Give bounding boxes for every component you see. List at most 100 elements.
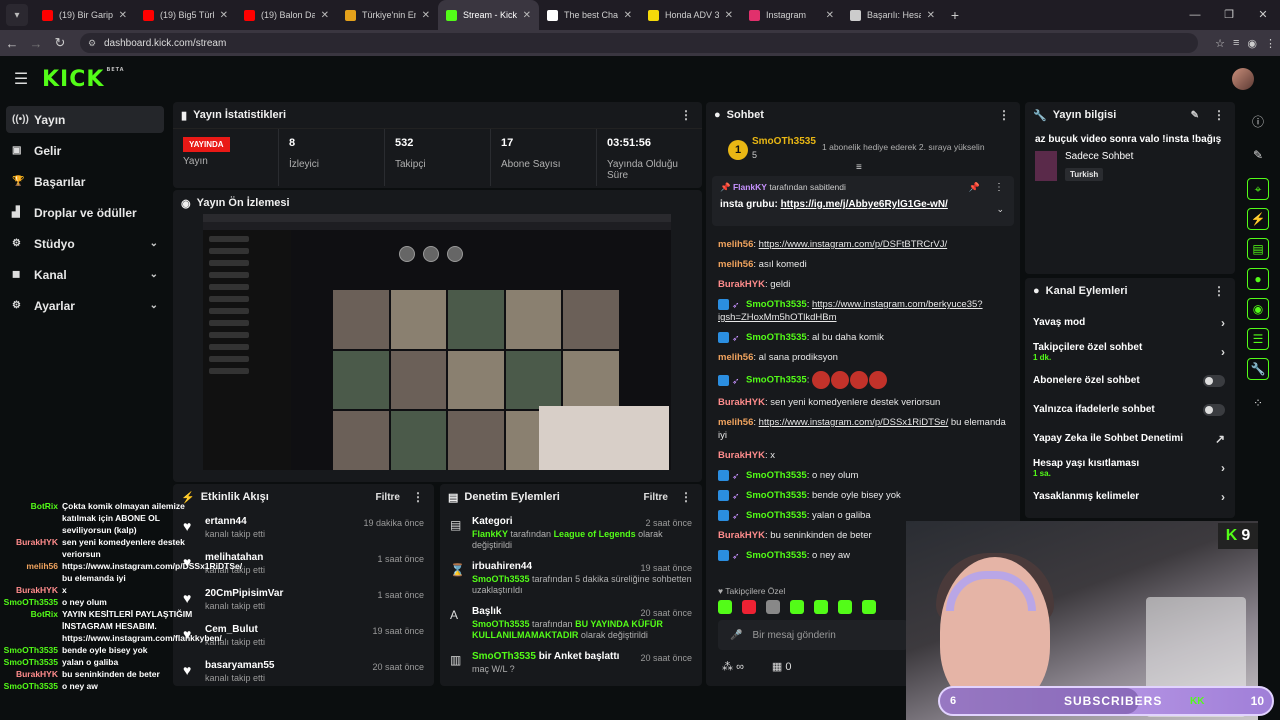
mod-user[interactable]: FlankKY (472, 529, 508, 539)
sidebar-item[interactable]: ▟ Droplar ve ödüller (6, 199, 164, 226)
emote-icon[interactable] (766, 600, 780, 614)
apps-icon[interactable]: ⁘ (1242, 388, 1274, 418)
user-avatar[interactable] (1232, 68, 1254, 90)
chat-username[interactable]: melih56 (718, 352, 753, 363)
tab-close-icon[interactable]: ✕ (725, 10, 733, 21)
browser-tab[interactable]: (19) Balon Data ✕ (236, 0, 337, 30)
channel-action-item[interactable]: Hesap yaşı kısıtlaması 1 sa. › (1025, 453, 1235, 482)
tab-close-icon[interactable]: ✕ (523, 10, 531, 21)
channel-action-item[interactable]: Yasaklanmış kelimeler › (1025, 482, 1235, 511)
chat-link[interactable]: https://www.instagram.com/p/DSFtBTRCrVJ/ (759, 239, 947, 250)
sidebar-item[interactable]: 🏆 Başarılar (6, 168, 164, 195)
unpin-icon[interactable]: 📌 (969, 182, 980, 193)
chat-username[interactable]: SmoOTh3535 (746, 470, 807, 481)
chat-username[interactable]: melih56 (718, 259, 753, 270)
category-name[interactable]: Sadece Sohbet (1065, 151, 1235, 162)
channel-action-item[interactable]: Abonelere özel sohbet (1025, 366, 1235, 395)
pinned-link[interactable]: https://ig.me/j/Abbye6RylG1Ge-wN/ (781, 199, 948, 210)
emote-icon[interactable] (718, 600, 732, 614)
pinned-user[interactable]: FlankKY (733, 182, 767, 192)
browser-tab[interactable]: (19) Bir Garip İ ✕ (34, 0, 135, 30)
chevron-right-icon[interactable]: › (1221, 345, 1225, 359)
chat-username[interactable]: SmoOTh3535 (746, 375, 807, 386)
maximize-icon[interactable]: ❐ (1212, 0, 1246, 30)
browser-tab[interactable]: Honda ADV 350 ✕ (640, 0, 741, 30)
emote-icon[interactable] (742, 600, 756, 614)
stream-preview-video[interactable] (203, 214, 671, 470)
filter-button[interactable]: Filtre (644, 492, 668, 503)
browser-tab[interactable]: The best Chatb ✕ (539, 0, 640, 30)
mod-user[interactable]: SmoOTh3535 (472, 651, 536, 662)
pinned-more-icon[interactable]: ⋮ (994, 182, 1004, 193)
viewer-count-button[interactable]: ▦ 0 (772, 660, 792, 673)
sidebar-item[interactable]: ((•)) Yayın (6, 106, 164, 133)
collapse-icon[interactable]: ≡ (856, 162, 862, 173)
profile-icon[interactable]: ◉ (1247, 37, 1257, 50)
filter-button[interactable]: Filtre (376, 492, 400, 503)
chevron-right-icon[interactable]: › (1221, 490, 1225, 504)
minimize-icon[interactable]: — (1178, 0, 1212, 30)
browser-tab[interactable]: Türkiye'nin En ✕ (337, 0, 438, 30)
emote-icon[interactable] (790, 600, 804, 614)
chat-username[interactable]: melih56 (718, 417, 753, 428)
chat-username[interactable]: BurakHYK (718, 450, 765, 461)
emote-icon[interactable] (838, 600, 852, 614)
back-icon[interactable]: ← (0, 36, 24, 51)
browser-menu-icon[interactable]: ⋮ (1265, 37, 1276, 50)
info-icon[interactable]: ⓘ (1242, 106, 1274, 136)
list-icon[interactable]: ☰ (1247, 328, 1269, 350)
tab-close-icon[interactable]: ✕ (826, 10, 834, 21)
mod-user[interactable]: SmoOTh3535 (472, 619, 530, 629)
gifter-name[interactable]: SmoOTh3535 (752, 136, 816, 147)
bookmark-star-icon[interactable]: ☆ (1215, 37, 1225, 50)
reload-icon[interactable]: ↻ (48, 35, 72, 51)
activity-user[interactable]: 20CmPipisimVar (205, 588, 283, 599)
tab-close-icon[interactable]: ✕ (927, 10, 935, 21)
tab-close-icon[interactable]: ✕ (119, 10, 127, 21)
chat-username[interactable]: SmoOTh3535 (746, 490, 807, 501)
chat-link[interactable]: https://www.instagram.com/p/DSSx1RiDTSe/ (759, 417, 949, 428)
sidebar-item[interactable]: ◼ Kanal ⌄ (6, 261, 164, 288)
site-info-icon[interactable]: ⚙ (88, 38, 96, 49)
more-icon[interactable]: ⋮ (1213, 108, 1225, 122)
chat-username[interactable]: BurakHYK (718, 397, 765, 408)
close-icon[interactable]: ✕ (1246, 0, 1280, 30)
activity-user[interactable]: ertann44 (205, 516, 265, 527)
browser-tab[interactable]: Instagram ✕ (741, 0, 842, 30)
document-icon[interactable]: ▤ (1247, 238, 1269, 260)
tab-close-icon[interactable]: ✕ (624, 10, 632, 21)
tab-close-icon[interactable]: ✕ (321, 10, 329, 21)
mic-icon[interactable]: 🎤 (730, 630, 742, 641)
wrench-icon[interactable]: 🔧 (1247, 358, 1269, 380)
chat-username[interactable]: SmoOTh3535 (746, 550, 807, 561)
menu-icon[interactable]: ☰ (0, 69, 42, 89)
toggle-switch[interactable] (1203, 403, 1225, 416)
chat-username[interactable]: melih56 (718, 239, 753, 250)
mod-user[interactable]: SmoOTh3535 (472, 574, 530, 584)
activity-user[interactable]: basaryaman55 (205, 660, 275, 671)
tab-close-icon[interactable]: ✕ (422, 10, 430, 21)
scan-icon[interactable]: ⌖ (1247, 178, 1269, 200)
chevron-right-icon[interactable]: › (1221, 461, 1225, 475)
sidebar-item[interactable]: ▣ Gelir (6, 137, 164, 164)
kick-logo[interactable]: KICK BETA (42, 67, 125, 92)
infinity-button[interactable]: ⁂ ∞ (722, 660, 744, 673)
browser-tab[interactable]: Stream - Kick D ✕ (438, 0, 539, 30)
new-tab-button[interactable]: + (943, 7, 967, 23)
sidebar-item[interactable]: ⚙ Ayarlar ⌄ (6, 292, 164, 319)
chat-username[interactable]: SmoOTh3535 (746, 510, 807, 521)
chevron-right-icon[interactable]: › (1221, 316, 1225, 330)
emote-icon[interactable] (814, 600, 828, 614)
chat-message-input[interactable]: 🎤 Bir mesaj gönderin (718, 620, 908, 650)
chat-username[interactable]: BurakHYK (718, 530, 765, 541)
chat-username[interactable]: SmoOTh3535 (746, 332, 807, 343)
broadcast-icon[interactable]: ◉ (1247, 298, 1269, 320)
tab-search-button[interactable]: ▾ (6, 4, 28, 26)
chat-username[interactable]: BurakHYK (718, 279, 765, 290)
pencil-icon[interactable]: ✎ (1242, 140, 1274, 170)
more-icon[interactable]: ⋮ (998, 108, 1010, 122)
more-icon[interactable]: ⋮ (680, 490, 692, 504)
edit-icon[interactable]: ✎ (1191, 110, 1199, 121)
more-icon[interactable]: ⋮ (412, 490, 424, 504)
chat-username[interactable]: SmoOTh3535 (746, 299, 807, 310)
